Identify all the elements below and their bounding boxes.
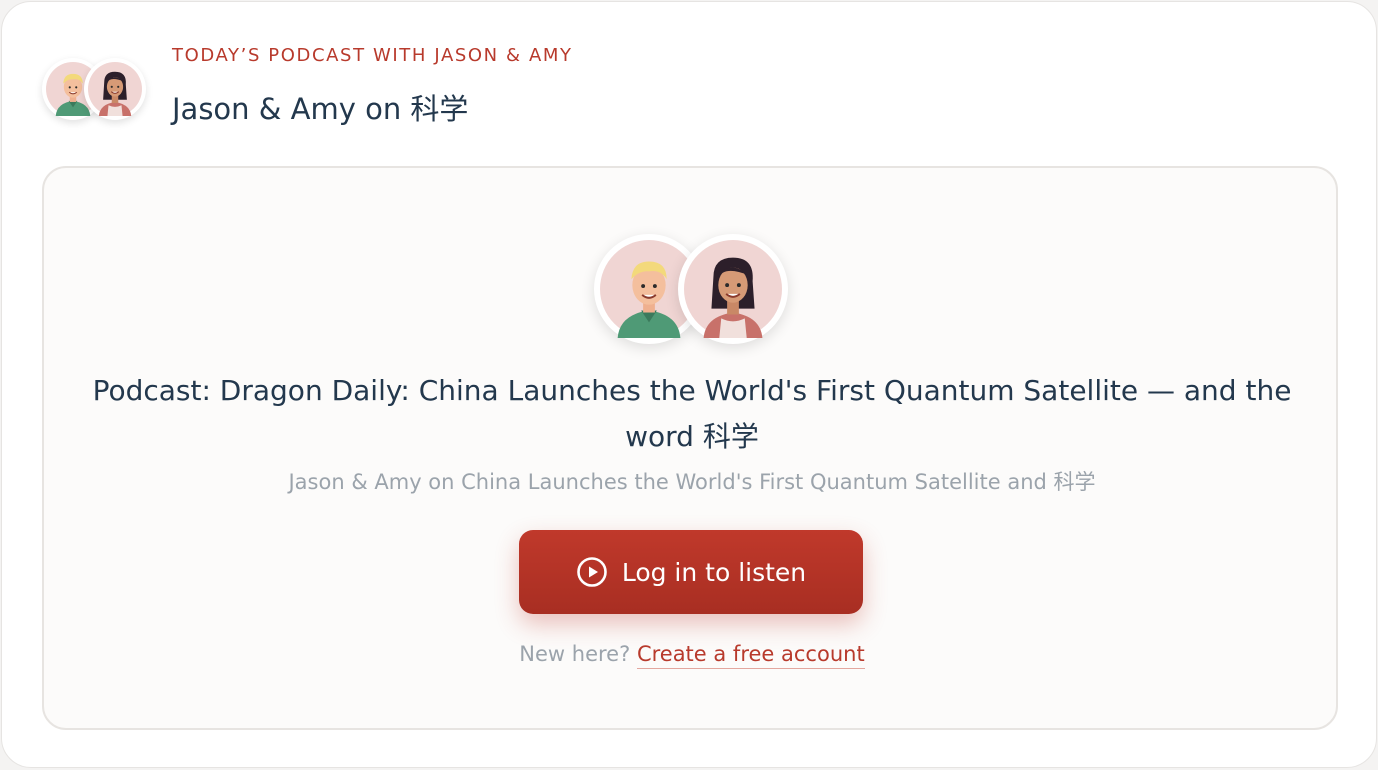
- host-amy-avatar-icon: [678, 234, 788, 344]
- play-circle-icon: [576, 556, 608, 588]
- login-to-listen-button[interactable]: Log in to listen: [519, 530, 863, 614]
- signup-prompt: New here?: [519, 642, 631, 666]
- episode-subtitle: Jason & Amy on China Launches the World'…: [288, 470, 1096, 494]
- host-amy-avatar-icon: [84, 58, 146, 120]
- episode-title: Podcast: Dragon Daily: China Launches th…: [92, 374, 1292, 453]
- podcast-card: TODAY’S PODCAST WITH JASON & AMY Jason &…: [1, 1, 1377, 768]
- podcast-kicker: TODAY’S PODCAST WITH JASON & AMY: [172, 45, 573, 66]
- episode-panel: Podcast: Dragon Daily: China Launches th…: [42, 166, 1338, 730]
- signup-line: New here? Create a free account: [84, 642, 1300, 669]
- login-button-label: Log in to listen: [621, 557, 807, 587]
- host-avatars-large: [594, 234, 794, 346]
- create-account-link[interactable]: Create a free account: [636, 642, 865, 669]
- host-avatars-small: [42, 58, 152, 124]
- page-title: Jason & Amy on 科学: [172, 92, 469, 126]
